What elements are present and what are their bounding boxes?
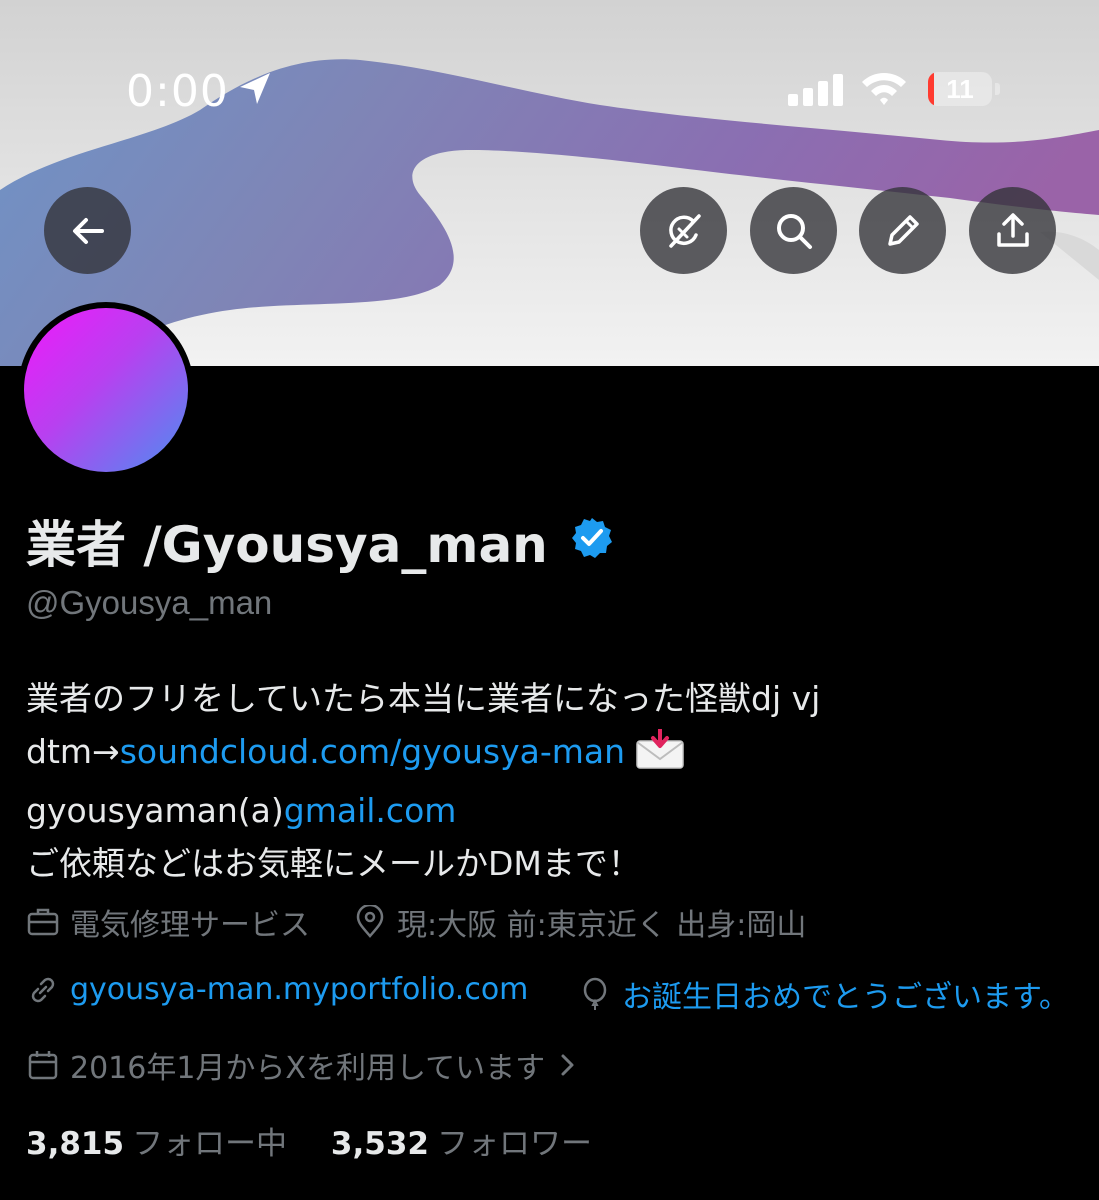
status-bar: 0:00 11 <box>0 60 1099 120</box>
calendar-icon <box>28 1051 58 1080</box>
category-row: 電気修理サービス <box>26 900 310 944</box>
bio-line-4: ご依頼などはお気軽にメールかDMまで！ <box>26 844 641 883</box>
back-button[interactable] <box>44 187 131 274</box>
user-handle: @Gyousya_man <box>26 584 273 621</box>
back-arrow-icon <box>72 217 104 244</box>
location-text: 現:大阪 前:東京近く 出身:岡山 <box>397 908 807 943</box>
battery-icon: 11 <box>928 72 992 106</box>
joined-row[interactable]: 2016年1月からXを利用しています <box>26 1043 581 1087</box>
profile-banner <box>0 0 1099 366</box>
birthday-text[interactable]: お誕生日おめでとうございます。 <box>622 972 1069 1016</box>
wifi-icon <box>860 68 908 113</box>
soundcloud-link[interactable]: soundcloud.com/gyousya-man <box>120 732 625 771</box>
following-count: 3,815 <box>26 1126 125 1162</box>
cellular-signal-icon <box>788 74 844 111</box>
location-row: 現:大阪 前:東京近く 出身:岡山 <box>353 900 806 944</box>
battery-tip <box>995 83 1000 95</box>
following-label: フォロー中 <box>132 1126 288 1162</box>
bio-text: dtm→ <box>26 732 120 771</box>
briefcase-icon <box>27 908 59 936</box>
location-arrow-icon <box>236 70 274 113</box>
following-link[interactable]: 3,815 フォロー中 <box>26 1126 287 1162</box>
location-pin-icon <box>356 905 384 938</box>
website-link[interactable]: gyousya-man.myportfolio.com <box>70 972 528 1007</box>
banner-wave-art <box>0 0 1099 366</box>
link-icon <box>31 977 55 1002</box>
avatar[interactable] <box>24 308 188 472</box>
search-icon <box>776 213 812 249</box>
followers-link[interactable]: 3,532 フォロワー <box>331 1126 592 1162</box>
followers-count: 3,532 <box>330 1126 429 1162</box>
bio-line-2: dtm→soundcloud.com/gyousya-man <box>26 725 1066 784</box>
grok-icon <box>668 213 701 248</box>
status-time: 0:00 <box>126 66 229 117</box>
category-text: 電気修理サービス <box>70 908 310 943</box>
search-button[interactable] <box>750 187 837 274</box>
follow-stats: 3,815 フォロー中 3,532 フォロワー <box>26 1118 592 1163</box>
pencil-icon <box>887 214 919 246</box>
chevron-right-icon <box>561 1054 574 1076</box>
birthday-row: お誕生日おめでとうございます。 <box>578 972 1069 1016</box>
battery-percent: 11 <box>946 74 974 104</box>
profile-bio: 業者のフリをしていたら本当に業者になった怪獣dj vj dtm→soundclo… <box>26 672 1066 890</box>
website-row: gyousya-man.myportfolio.com <box>26 972 528 1007</box>
bio-text: gyousyaman(a) <box>26 791 284 830</box>
bio-line-3: gyousyaman(a)gmail.com <box>26 784 1066 837</box>
gmail-link[interactable]: gmail.com <box>284 791 457 830</box>
grok-button[interactable] <box>640 187 727 274</box>
share-icon <box>996 212 1029 247</box>
display-name: 業者 /Gyousya_man <box>26 516 548 574</box>
share-button[interactable] <box>969 187 1056 274</box>
followers-label: フォロワー <box>436 1126 592 1162</box>
edit-button[interactable] <box>859 187 946 274</box>
joined-text: 2016年1月からXを利用しています <box>70 1051 546 1086</box>
bio-line-1: 業者のフリをしていたら本当に業者になった怪獣dj vj <box>26 679 821 718</box>
envelope-with-arrow-icon <box>635 727 685 784</box>
balloon-icon <box>583 977 607 1010</box>
verified-badge-icon[interactable] <box>570 516 614 565</box>
